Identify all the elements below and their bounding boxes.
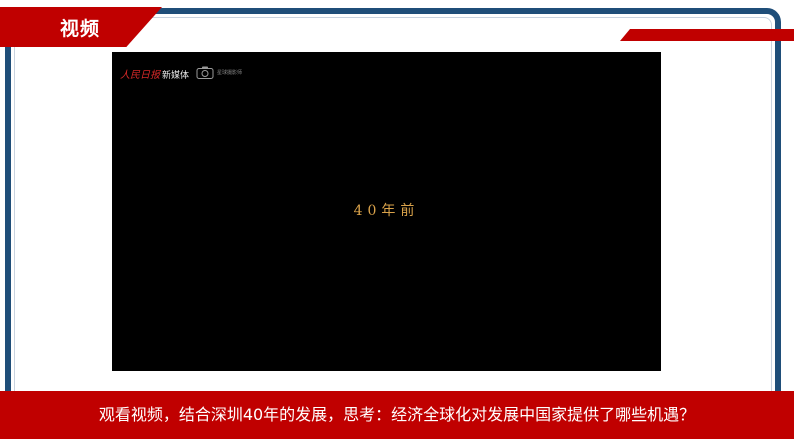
video-watermark: 人民日报 新媒体	[120, 66, 189, 81]
watermark-brand: 人民日报	[120, 70, 160, 81]
question-bar: 观看视频，结合深圳40年的发展，思考：经济全球化对发展中国家提供了哪些机遇？	[0, 391, 794, 439]
video-player[interactable]: 人民日报 新媒体 星球摄影师 40年前	[112, 52, 661, 371]
camera-label: 星球摄影师	[217, 70, 243, 76]
camera-icon	[196, 66, 214, 79]
question-text: 观看视频，结合深圳40年的发展，思考：经济全球化对发展中国家提供了哪些机遇？	[98, 405, 696, 424]
video-caption: 40年前	[353, 203, 420, 219]
top-right-stripe	[620, 29, 794, 41]
slide: 视频 人民日报 新媒体 星球摄影师 40年前 观看视频，结合深圳40年的发展，思考…	[0, 0, 794, 447]
slide-title: 视频	[60, 18, 101, 40]
watermark-sub: 新媒体	[162, 71, 190, 81]
